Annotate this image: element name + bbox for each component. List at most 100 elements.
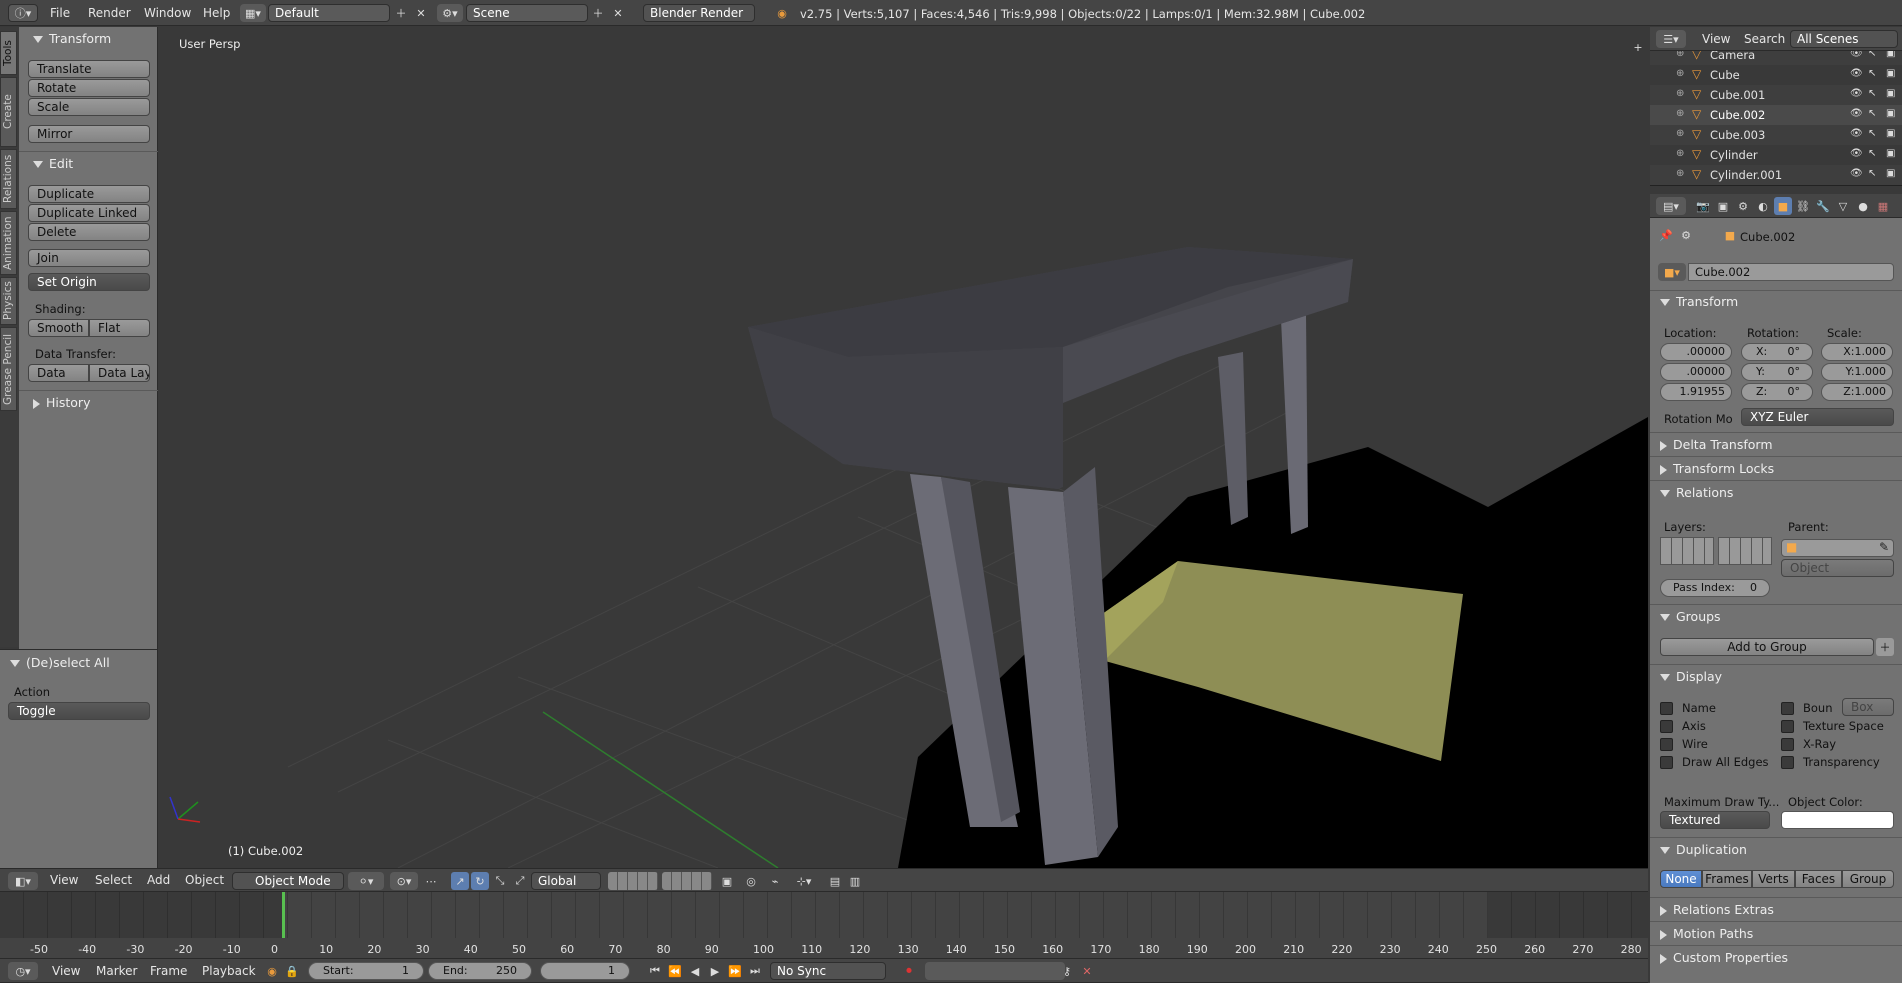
eye-icon[interactable]: 👁 xyxy=(1850,168,1863,179)
custom-properties-header[interactable]: Custom Properties xyxy=(1660,950,1788,965)
render-anim-icon[interactable]: ▥ xyxy=(846,872,864,890)
display-mode-dropdown[interactable]: All Scenes xyxy=(1790,30,1898,48)
location-z-field[interactable]: 1.91955 xyxy=(1660,383,1732,401)
object-color-swatch[interactable] xyxy=(1781,811,1894,829)
transform-panel-header[interactable]: Transform xyxy=(1660,294,1738,309)
manip-extra-icon[interactable]: ⤢ xyxy=(511,872,529,890)
join-button[interactable]: Join xyxy=(28,249,150,267)
expand-icon[interactable]: ⊕ xyxy=(1676,51,1684,59)
next-key-icon[interactable]: ⏩ xyxy=(726,962,744,980)
editor-type-icon[interactable]: ◧▾ xyxy=(8,872,38,890)
screen-layout-icon[interactable]: ▦▾ xyxy=(240,4,266,22)
start-frame-field[interactable]: Start: 1 xyxy=(308,962,424,980)
jump-end-icon[interactable]: ⏭ xyxy=(746,962,764,980)
eye-icon[interactable]: 👁 xyxy=(1850,108,1863,119)
tab-physics[interactable]: Physics xyxy=(0,277,17,325)
relations-panel-header[interactable]: Relations xyxy=(1660,485,1733,500)
world-tab-icon[interactable]: ◐ xyxy=(1754,197,1772,215)
rotation-mode-dropdown[interactable]: XYZ Euler xyxy=(1741,408,1894,426)
screen-layout-field[interactable]: Default xyxy=(268,4,390,22)
data-tab-icon[interactable]: ▽ xyxy=(1834,197,1852,215)
shading-mode-icon[interactable]: ⚪▾ xyxy=(348,872,384,890)
scene-field[interactable]: Scene xyxy=(466,4,588,22)
mode-dropdown[interactable]: Object Mode xyxy=(232,872,344,890)
keying-set-field[interactable] xyxy=(925,962,1065,980)
snap-icon[interactable]: ⌁ xyxy=(766,872,784,890)
tab-create[interactable]: Create xyxy=(0,77,17,147)
rotation-x-field[interactable]: X: 0° xyxy=(1741,343,1813,361)
manipulator-icon[interactable]: ⋯ xyxy=(422,872,440,890)
rotate-manipulator-icon[interactable]: ↻ xyxy=(471,872,489,890)
expand-icon[interactable]: ⊕ xyxy=(1676,168,1684,179)
smooth-button[interactable]: Smooth xyxy=(28,319,89,337)
render-icon[interactable]: ▣ xyxy=(1886,88,1895,99)
play-icon[interactable]: ▶ xyxy=(706,962,724,980)
eye-icon[interactable]: 👁 xyxy=(1850,88,1863,99)
menu-file[interactable]: File xyxy=(50,6,70,20)
orientation-dropdown[interactable]: Global xyxy=(531,872,601,890)
playhead[interactable] xyxy=(282,892,285,938)
render-icon[interactable]: ▣ xyxy=(1886,128,1895,139)
display-checkbox[interactable] xyxy=(1781,738,1794,751)
cursor-icon[interactable]: ↖ xyxy=(1868,108,1876,119)
tl-frame-menu[interactable]: Frame xyxy=(150,964,187,978)
object-layers-grid-2[interactable] xyxy=(1718,537,1772,565)
jump-start-icon[interactable]: ⏮ xyxy=(646,962,664,980)
expand-icon[interactable]: ⊕ xyxy=(1676,128,1684,139)
mirror-button[interactable]: Mirror xyxy=(28,125,150,143)
operator-title[interactable]: (De)select All xyxy=(10,655,110,670)
translate-manipulator-icon[interactable]: ↗ xyxy=(451,872,469,890)
cursor-icon[interactable]: ↖ xyxy=(1868,148,1876,159)
display-checkbox[interactable] xyxy=(1660,702,1673,715)
location-y-field[interactable]: .00000 xyxy=(1660,363,1732,381)
menu-help[interactable]: Help xyxy=(203,6,230,20)
object-menu[interactable]: Object xyxy=(185,873,224,887)
render-engine-dropdown[interactable]: Blender Render xyxy=(643,4,755,22)
scene-icon[interactable]: ⚙▾ xyxy=(437,4,463,22)
render-icon[interactable]: ▣ xyxy=(1886,168,1895,179)
scale-y-field[interactable]: Y:1.000 xyxy=(1821,363,1893,381)
delete-button[interactable]: Delete xyxy=(28,223,150,241)
close-layout-icon[interactable]: ✕ xyxy=(412,4,430,22)
constraints-tab-icon[interactable]: ⛓ xyxy=(1794,197,1812,215)
outliner-item[interactable]: ⊕ ▽ Cube.002 👁 ↖ ▣ xyxy=(1650,105,1902,125)
relations-extras-header[interactable]: Relations Extras xyxy=(1660,902,1774,917)
outliner-item[interactable]: ⊕ ▽ Cube 👁 ↖ ▣ xyxy=(1650,65,1902,85)
outliner-item[interactable]: ⊕ ▽ Cube.003 👁 ↖ ▣ xyxy=(1650,125,1902,145)
add-to-group-button[interactable]: Add to Group xyxy=(1660,638,1874,656)
cursor-icon[interactable]: ↖ xyxy=(1868,88,1876,99)
display-checkbox[interactable] xyxy=(1660,756,1673,769)
current-frame-field[interactable]: 1 xyxy=(540,962,630,980)
display-panel-header[interactable]: Display xyxy=(1660,669,1722,684)
set-origin-dropdown[interactable]: Set Origin xyxy=(28,273,150,291)
eye-icon[interactable]: 👁 xyxy=(1850,51,1863,59)
render-icon[interactable]: ▣ xyxy=(1886,108,1895,119)
duplication-option-none[interactable]: None xyxy=(1660,870,1702,888)
layer-buttons[interactable] xyxy=(608,872,658,890)
add-region-icon[interactable]: + xyxy=(1632,41,1644,54)
tab-tools[interactable]: Tools xyxy=(0,31,17,75)
outliner-view-menu[interactable]: View xyxy=(1702,32,1730,46)
layer-lock-icon[interactable]: ▣ xyxy=(718,872,736,890)
transform-locks-header[interactable]: Transform Locks xyxy=(1660,461,1774,476)
cursor-icon[interactable]: ↖ xyxy=(1868,168,1876,179)
tab-relations[interactable]: Relations xyxy=(0,149,17,209)
rotation-y-field[interactable]: Y: 0° xyxy=(1741,363,1813,381)
render-layers-tab-icon[interactable]: ▣ xyxy=(1714,197,1732,215)
outliner-search-menu[interactable]: Search xyxy=(1744,32,1785,46)
scale-manipulator-icon[interactable]: ⤡ xyxy=(491,872,509,890)
delta-transform-header[interactable]: Delta Transform xyxy=(1660,437,1773,452)
scale-button[interactable]: Scale xyxy=(28,98,150,116)
tab-animation[interactable]: Animation xyxy=(0,211,17,275)
scale-x-field[interactable]: X:1.000 xyxy=(1821,343,1893,361)
cursor-icon[interactable]: ↖ xyxy=(1868,68,1876,79)
menu-render[interactable]: Render xyxy=(88,6,131,20)
view-menu[interactable]: View xyxy=(50,873,78,887)
tl-playback-menu[interactable]: Playback xyxy=(202,964,256,978)
preview-range-icon[interactable]: ◉ xyxy=(263,962,281,980)
material-tab-icon[interactable]: ● xyxy=(1854,197,1872,215)
render-preview-icon[interactable]: ▤ xyxy=(826,872,844,890)
outliner-item[interactable]: ⊕ ▽ Camera 👁 ↖ ▣ xyxy=(1650,51,1902,65)
object-tab-icon[interactable]: ■ xyxy=(1774,197,1792,215)
pass-index-field[interactable]: Pass Index: 0 xyxy=(1660,579,1770,597)
